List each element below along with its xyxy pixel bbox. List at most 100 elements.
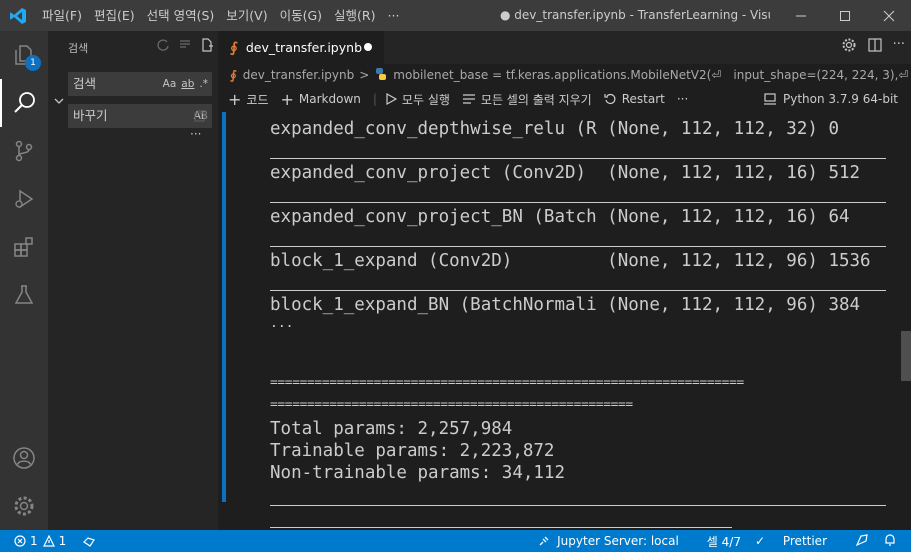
output-shape: (None, 112, 112, 32) — [607, 119, 818, 139]
warning-icon — [42, 535, 55, 547]
breadcrumb-symbol[interactable]: mobilenet_base = tf.keras.applications.M… — [393, 68, 721, 82]
regex-toggle[interactable]: .* — [199, 72, 208, 96]
more-actions-icon[interactable]: ··· — [893, 37, 905, 53]
accounts-button[interactable] — [0, 434, 48, 482]
layer-name: block_1_expand_BN (BatchNormali — [270, 295, 597, 315]
chevron-down-icon[interactable] — [53, 95, 65, 107]
restart-kernel-button[interactable]: Restart — [604, 92, 665, 106]
menu-edit[interactable]: 편집(E) — [88, 0, 141, 31]
add-code-cell-button[interactable]: + 코드 — [228, 90, 269, 109]
search-view-button[interactable] — [0, 79, 48, 127]
match-whole-word-toggle[interactable]: ab — [181, 72, 194, 96]
explorer-button[interactable]: 1 — [0, 31, 48, 79]
menu-go[interactable]: 이동(G) — [274, 0, 328, 31]
source-control-button[interactable] — [0, 127, 48, 175]
breadcrumb-arg[interactable]: input_shape=(224, 224, 3),⏎ — [733, 68, 908, 82]
row-separator — [270, 202, 886, 203]
summary-rule: ========================================… — [270, 397, 633, 412]
match-case-toggle[interactable]: Aa — [163, 72, 177, 96]
layer-name: expanded_conv_project (Conv2D) — [270, 163, 597, 183]
breadcrumb-file[interactable]: dev_transfer.ipynb — [243, 68, 354, 82]
maximize-button[interactable] — [823, 0, 867, 31]
output-shape: (None, 112, 112, 96) — [607, 295, 818, 315]
plus-icon: + — [228, 89, 242, 109]
prettier-status[interactable]: ✓ Prettier — [755, 534, 841, 548]
param-count: 512 — [828, 163, 861, 183]
extensions-icon — [14, 237, 33, 257]
output-row: expanded_conv_project_BN (Batch (None, 1… — [270, 207, 850, 227]
extensions-button[interactable] — [0, 223, 48, 271]
row-separator — [270, 290, 886, 291]
source-control-icon — [15, 140, 33, 162]
cell-position[interactable]: 셀 4/7 — [707, 533, 741, 550]
summary-rule: ========================================… — [270, 375, 744, 390]
gear-icon — [14, 496, 34, 516]
warning-count: 1 — [58, 534, 67, 548]
window-title: ● dev_transfer.ipynb - TransferLearning … — [500, 8, 770, 22]
testing-button[interactable] — [0, 271, 48, 319]
replace-all-icon[interactable] — [193, 109, 207, 123]
window-controls — [779, 0, 911, 31]
minimize-button[interactable] — [779, 0, 823, 31]
run-all-label: 모두 실행 — [401, 92, 450, 107]
run-all-button[interactable]: | 모두 실행 — [373, 91, 450, 108]
search-input[interactable]: 검색 Aa ab .* — [68, 72, 212, 96]
kernel-picker[interactable]: Python 3.7.9 64-bit — [763, 86, 898, 112]
manage-button[interactable] — [0, 482, 48, 530]
clear-results-icon[interactable] — [178, 38, 192, 52]
activity-bar: 1 — [0, 31, 48, 530]
breadcrumb-file-icon: ∮ — [230, 68, 237, 82]
error-icon — [14, 535, 26, 547]
jupyter-icon: ∮ — [230, 39, 238, 56]
plug-icon — [539, 536, 549, 546]
add-markdown-label: Markdown — [298, 92, 361, 106]
jupyter-server-status[interactable]: Jupyter Server: local — [539, 534, 693, 548]
unsaved-dot-icon[interactable] — [364, 43, 372, 51]
menu-run[interactable]: 실행(R) — [328, 0, 381, 31]
restart-label: Restart — [621, 92, 665, 106]
layer-name: expanded_conv_depthwise_relu (R — [270, 119, 597, 139]
menu-selection[interactable]: 선택 영역(S) — [141, 0, 221, 31]
toolbar-more-button[interactable]: ··· — [677, 92, 688, 106]
problems-indicator[interactable]: 1 1 — [14, 534, 66, 548]
menu-file[interactable]: 파일(F) — [36, 0, 88, 31]
output-row: block_1_expand (Conv2D) (None, 112, 112,… — [270, 251, 871, 271]
python-icon — [374, 67, 388, 84]
add-markdown-cell-button[interactable]: + Markdown — [281, 90, 361, 109]
tab-label: dev_transfer.ipynb — [245, 40, 363, 55]
close-button[interactable] — [867, 0, 911, 31]
vertical-scrollbar[interactable] — [901, 331, 911, 381]
run-debug-icon — [15, 189, 34, 209]
output-truncation: ... — [270, 316, 294, 331]
search-input-text: 검색 — [73, 76, 97, 91]
new-search-editor-icon[interactable] — [200, 38, 214, 52]
kernel-label: Python 3.7.9 64-bit — [782, 92, 898, 106]
param-count: 64 — [828, 207, 850, 227]
feedback-icon[interactable] — [855, 533, 869, 550]
clear-outputs-label: 모든 셀의 출력 지우기 — [480, 92, 592, 107]
split-editor-icon[interactable] — [867, 37, 883, 53]
param-count: 0 — [828, 119, 839, 139]
clear-outputs-button[interactable]: 모든 셀의 출력 지우기 — [462, 91, 592, 108]
flask-icon — [14, 285, 34, 304]
search-sidebar: 검색 검색 Aa ab .* 바꾸기 AB ··· — [48, 31, 235, 530]
breadcrumb-separator: > — [359, 68, 370, 82]
explorer-badge: 1 — [25, 55, 41, 71]
search-details-toggle[interactable]: ··· — [190, 127, 201, 141]
gear-icon[interactable] — [841, 37, 857, 53]
live-share-icon[interactable] — [82, 534, 96, 548]
menu-more[interactable]: ··· — [382, 0, 406, 31]
notifications-icon[interactable] — [883, 533, 897, 550]
menu-bar: 파일(F) 편집(E) 선택 영역(S) 보기(V) 이동(G) 실행(R) ·… — [36, 0, 405, 31]
replace-input[interactable]: 바꾸기 AB — [68, 104, 212, 128]
sidebar-title: 검색 — [68, 42, 89, 55]
run-debug-button[interactable] — [0, 175, 48, 223]
refresh-icon[interactable] — [156, 38, 170, 52]
menu-view[interactable]: 보기(V) — [220, 0, 273, 31]
row-separator — [270, 527, 732, 528]
non-trainable-params: Non-trainable params: 34,112 — [270, 463, 566, 483]
output-shape: (None, 112, 112, 96) — [607, 251, 818, 271]
output-shape: (None, 112, 112, 16) — [607, 207, 818, 227]
tab-dev-transfer[interactable]: ∮ dev_transfer.ipynb — [218, 31, 384, 64]
vscode-logo-icon — [0, 0, 36, 31]
